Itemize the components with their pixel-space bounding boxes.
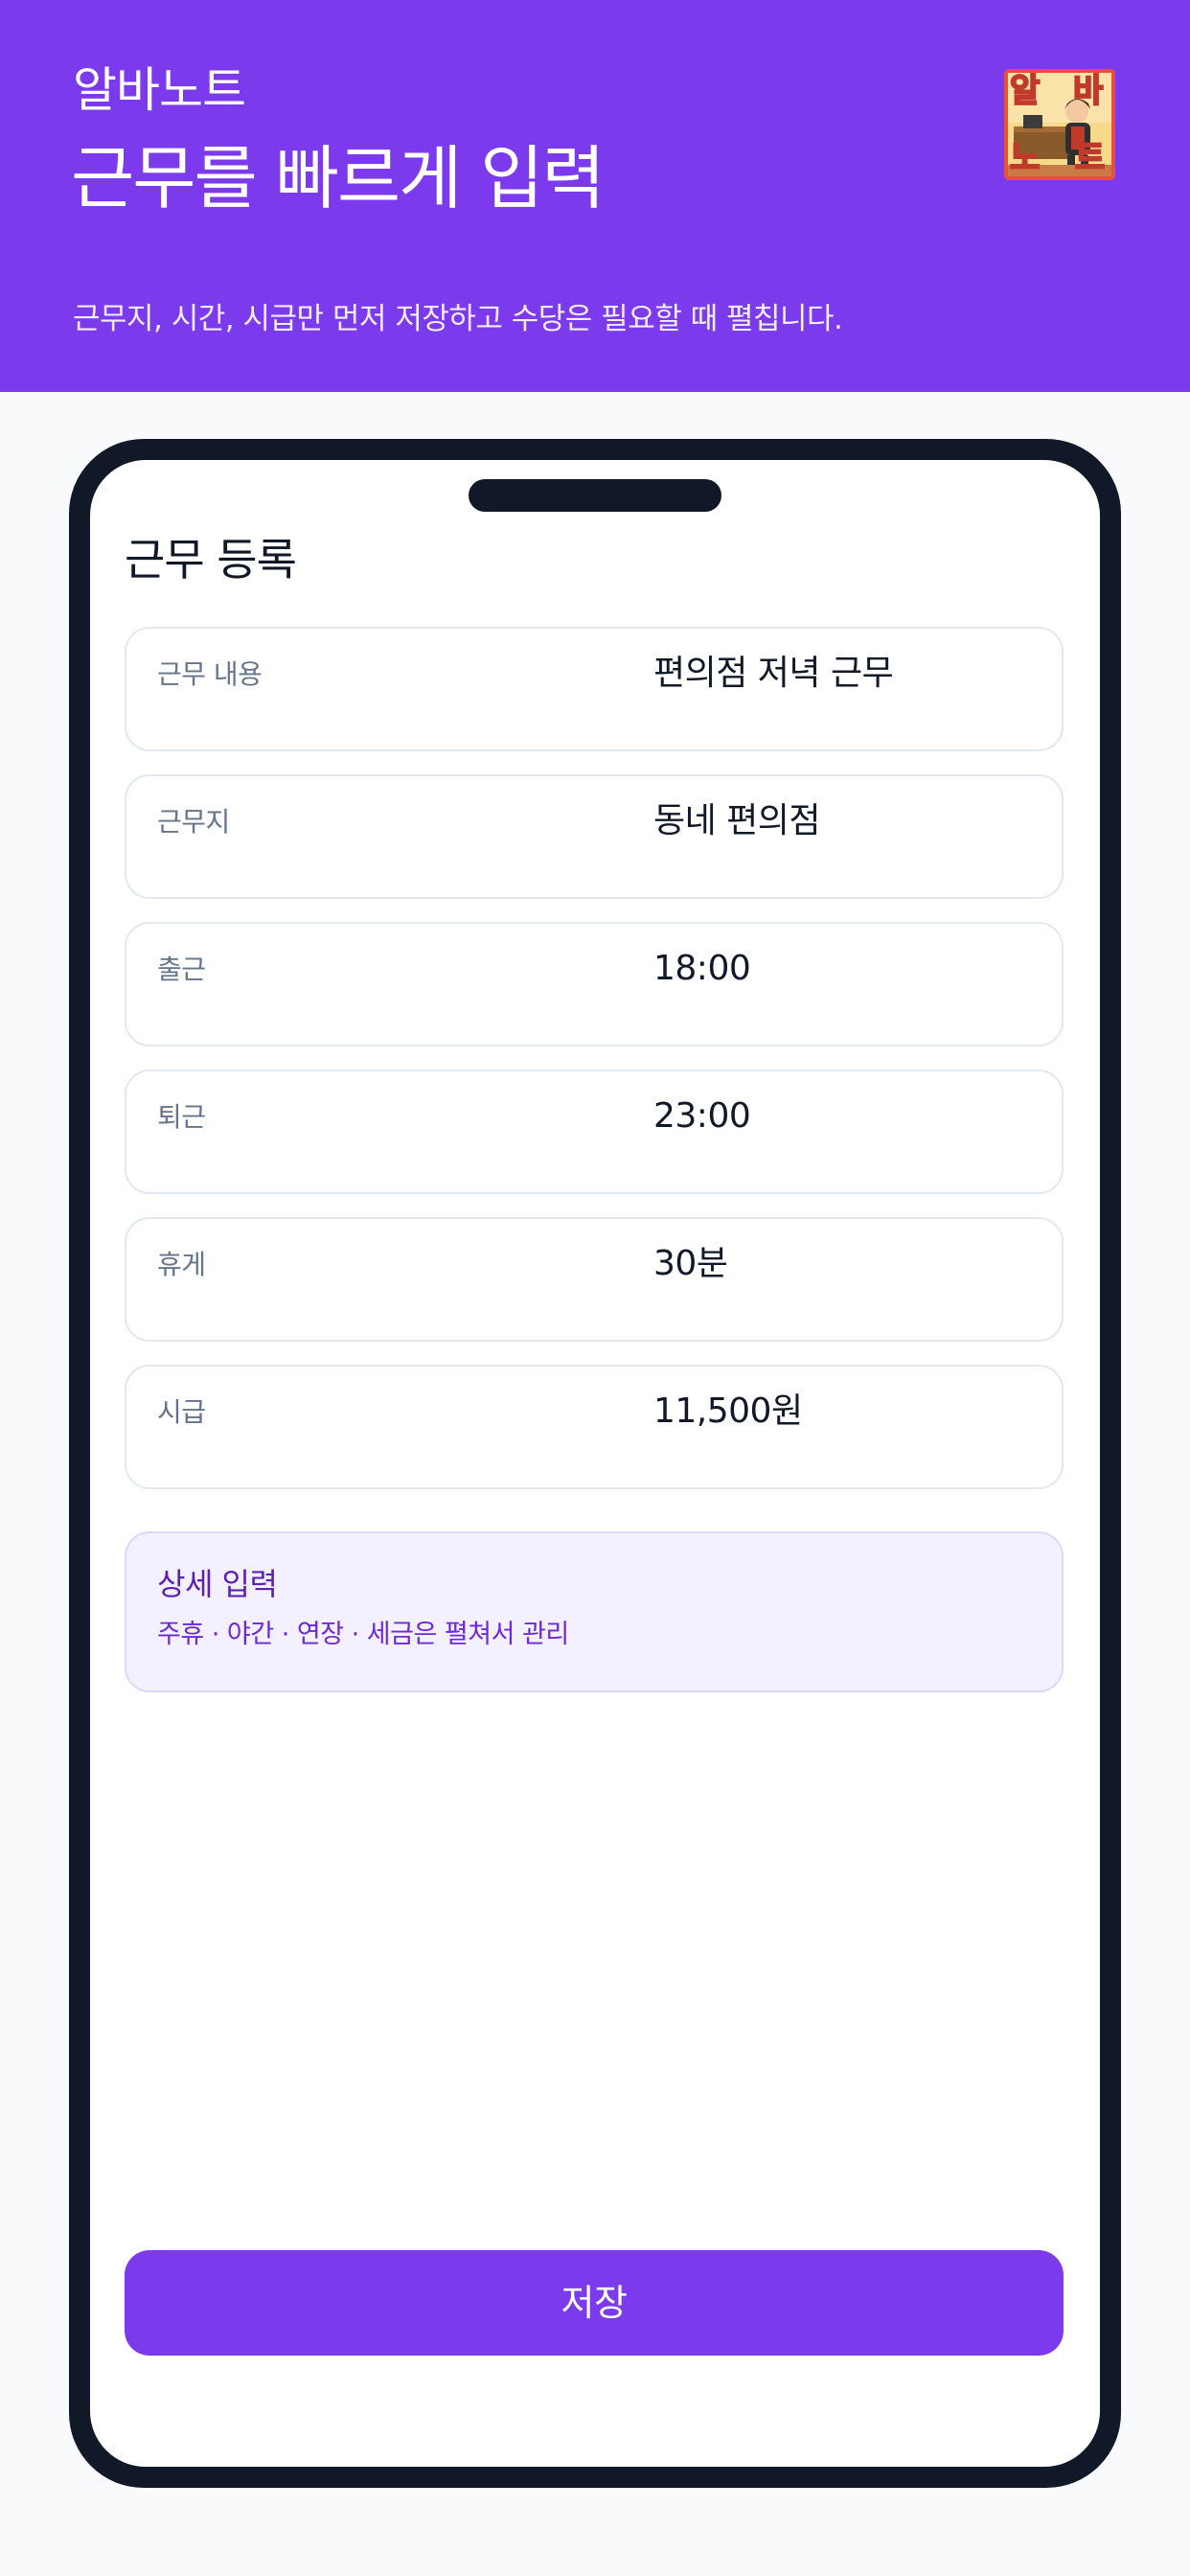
app-header: 알바노트 근무를 빠르게 입력 근무지, 시간, 시급만 먼저 저장하고 수당은… xyxy=(0,0,1190,392)
field-break[interactable]: 휴게 30분 xyxy=(125,1217,1064,1342)
field-label: 휴게 xyxy=(157,1249,206,1280)
field-label: 출근 xyxy=(157,954,206,985)
app-logo: 알 바 노 트 xyxy=(1004,69,1115,180)
field-label: 퇴근 xyxy=(157,1101,206,1133)
field-work-description[interactable]: 근무 내용 편의점 저녁 근무 xyxy=(125,627,1064,751)
phone-screen: 근무 등록 근무 내용 편의점 저녁 근무 근무지 동네 편의점 출근 18:0… xyxy=(90,460,1100,2467)
phone-frame: 근무 등록 근무 내용 편의점 저녁 근무 근무지 동네 편의점 출근 18:0… xyxy=(69,439,1121,2488)
save-button[interactable]: 저장 xyxy=(125,2250,1064,2356)
field-label: 시급 xyxy=(157,1396,206,1428)
detail-input-expander[interactable]: 상세 입력 주휴 · 야간 · 연장 · 세금은 펼쳐서 관리 xyxy=(125,1531,1064,1692)
field-clock-out[interactable]: 퇴근 23:00 xyxy=(125,1070,1064,1194)
field-value[interactable]: 30분 xyxy=(653,1242,728,1286)
field-value[interactable]: 23:00 xyxy=(653,1094,751,1138)
field-label: 근무 내용 xyxy=(157,658,263,690)
field-hourly-wage[interactable]: 시급 11,500원 xyxy=(125,1365,1064,1489)
logo-letter: 트 xyxy=(1075,139,1105,177)
field-label: 근무지 xyxy=(157,806,230,838)
field-workplace[interactable]: 근무지 동네 편의점 xyxy=(125,774,1064,899)
field-value[interactable]: 동네 편의점 xyxy=(653,799,821,843)
phone-notch xyxy=(469,479,721,512)
detail-title: 상세 입력 xyxy=(157,1566,278,1602)
detail-subtitle: 주휴 · 야간 · 연장 · 세금은 펼쳐서 관리 xyxy=(157,1620,569,1649)
logo-letter: 알 xyxy=(1010,72,1040,110)
logo-letter: 노 xyxy=(1010,139,1040,177)
field-value[interactable]: 편의점 저녁 근무 xyxy=(653,652,894,696)
logo-letter: 바 xyxy=(1073,72,1103,110)
form-title: 근무 등록 xyxy=(125,534,297,586)
app-name: 알바노트 xyxy=(73,62,246,118)
field-value[interactable]: 18:00 xyxy=(653,947,751,991)
field-value[interactable]: 11,500원 xyxy=(653,1390,803,1434)
page-headline: 근무를 빠르게 입력 xyxy=(71,138,606,218)
field-clock-in[interactable]: 출근 18:00 xyxy=(125,922,1064,1046)
page-tagline: 근무지, 시간, 시급만 먼저 저장하고 수당은 필요할 때 펼칩니다. xyxy=(73,302,843,336)
